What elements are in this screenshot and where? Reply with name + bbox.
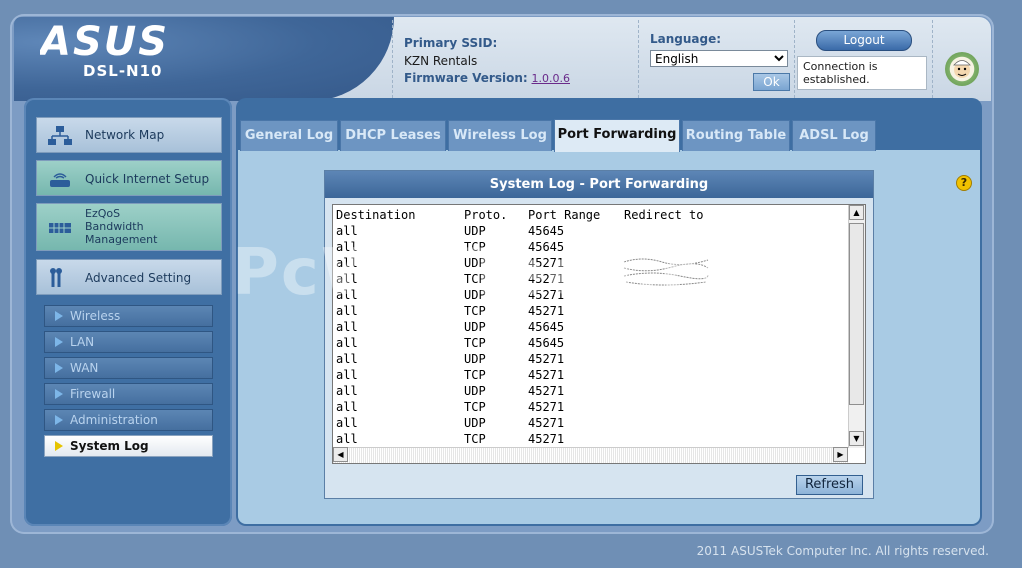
log-cell: TCP (464, 336, 486, 350)
ssid-value: KZN Rentals (404, 54, 478, 68)
tab-port-forwarding[interactable]: Port Forwarding (554, 119, 680, 152)
sidebar-subitem-system-log[interactable]: System Log (44, 435, 213, 457)
sidebar-item-quick-internet-setup[interactable]: Quick Internet Setup (36, 160, 222, 196)
log-cell: 45271 (528, 432, 565, 446)
log-cell: all (336, 368, 358, 382)
header-divider (932, 20, 933, 98)
quick-setup-icon (50, 173, 70, 187)
log-cell: all (336, 352, 358, 366)
logo-area: ASUS DSL-N10 (14, 17, 394, 101)
sidebar-subitem-label: Administration (70, 413, 158, 427)
connection-status: Connection is established. (797, 56, 927, 90)
header-divider (638, 20, 639, 98)
log-cell: all (336, 432, 358, 446)
svg-text:ASUS: ASUS (40, 22, 169, 62)
arrow-right-icon (55, 337, 63, 347)
log-cell: UDP (464, 352, 486, 366)
sidebar-item-label: Advanced Setting (85, 271, 192, 285)
log-cell: UDP (464, 416, 486, 430)
log-cell: all (336, 336, 358, 350)
sidebar-subitem-label: Firewall (70, 387, 116, 401)
sidebar-item-label: Network Map (85, 128, 165, 142)
sidebar-subitem-administration[interactable]: Administration (44, 409, 213, 431)
sidebar-subitem-label: System Log (70, 439, 149, 453)
log-cell: TCP (464, 432, 486, 446)
arrow-right-icon (55, 441, 63, 451)
language-label: Language: (650, 32, 722, 46)
firmware-info: Firmware Version: 1.0.0.6 (404, 71, 570, 85)
log-cell: all (336, 320, 358, 334)
ezqos-line: Bandwidth (85, 220, 144, 233)
log-cell: UDP (464, 384, 486, 398)
logout-button[interactable]: Logout (816, 30, 912, 51)
log-title: System Log - Port Forwarding (325, 171, 873, 198)
sidebar-subitem-label: Wireless (70, 309, 121, 323)
asus-logo: ASUS (40, 22, 169, 62)
log-cell: all (336, 384, 358, 398)
log-cell: 45271 (528, 352, 565, 366)
scroll-up-icon[interactable]: ▲ (849, 205, 864, 220)
sidebar-subitem-wan[interactable]: WAN (44, 357, 213, 379)
ezqos-line: EzQoS (85, 207, 121, 220)
header-divider (794, 20, 795, 98)
tab-adsl-log[interactable]: ADSL Log (792, 120, 876, 151)
sidebar-subitem-wireless[interactable]: Wireless (44, 305, 213, 327)
help-icon[interactable]: ? (956, 175, 972, 191)
log-cell: TCP (464, 400, 486, 414)
arrow-right-icon (55, 415, 63, 425)
log-cell: UDP (464, 320, 486, 334)
horizontal-scrollbar[interactable] (333, 447, 849, 463)
model-name: DSL-N10 (83, 62, 163, 80)
firmware-label: Firmware Version: (404, 71, 528, 85)
ssid-label: Primary SSID: (404, 36, 498, 50)
log-cell: 45271 (528, 384, 565, 398)
log-cell: 45645 (528, 336, 565, 350)
log-header-cell: Port Range (528, 208, 601, 222)
copyright-footer: 2011 ASUSTek Computer Inc. All rights re… (696, 544, 989, 558)
status-avatar-icon (945, 52, 979, 86)
scroll-left-icon[interactable]: ◀ (333, 447, 348, 462)
sidebar-item-label: EzQoS Bandwidth Management (85, 207, 157, 246)
log-header-cell: Proto. (464, 208, 508, 222)
log-header-row: Destination Proto. Port Range Redirect t… (336, 207, 703, 223)
ezqos-icon (49, 223, 71, 233)
firmware-version-link[interactable]: 1.0.0.6 (532, 72, 570, 85)
language-ok-button[interactable]: Ok (753, 73, 790, 91)
arrow-right-icon (55, 363, 63, 373)
ezqos-line: Management (85, 233, 158, 246)
arrow-right-icon (55, 311, 63, 321)
log-cell: 45271 (528, 400, 565, 414)
sidebar-item-network-map[interactable]: Network Map (36, 117, 222, 153)
tab-routing-table[interactable]: Routing Table (682, 120, 790, 151)
log-cell: all (336, 416, 358, 430)
refresh-button[interactable]: Refresh (796, 475, 863, 495)
tab-general-log[interactable]: General Log (240, 120, 338, 151)
log-header-cell: Destination (336, 208, 416, 222)
tab-dhcp-leases[interactable]: DHCP Leases (340, 120, 446, 151)
sidebar-item-ezqos[interactable]: EzQoS Bandwidth Management (36, 203, 222, 251)
log-cell: TCP (464, 368, 486, 382)
vertical-scroll-thumb[interactable] (849, 223, 864, 405)
wrench-icon (50, 268, 62, 287)
sidebar-subitem-label: LAN (70, 335, 95, 349)
header-divider (392, 20, 393, 98)
language-select[interactable]: English (650, 50, 788, 67)
scroll-right-icon[interactable]: ▶ (833, 447, 848, 462)
arrow-right-icon (55, 389, 63, 399)
network-map-icon (48, 126, 72, 145)
watermark: PcWinTech.com (232, 236, 816, 310)
sidebar-item-advanced-setting[interactable]: Advanced Setting (36, 259, 222, 295)
log-cell: 45271 (528, 416, 565, 430)
log-cell: all (336, 400, 358, 414)
sidebar-subitem-lan[interactable]: LAN (44, 331, 213, 353)
sidebar-item-label: Quick Internet Setup (85, 172, 210, 186)
log-header-cell: Redirect to (624, 208, 704, 222)
scroll-down-icon[interactable]: ▼ (849, 431, 864, 446)
sidebar-subitem-firewall[interactable]: Firewall (44, 383, 213, 405)
log-cell: 45645 (528, 320, 565, 334)
sidebar-subitem-label: WAN (70, 361, 99, 375)
log-cell: 45271 (528, 368, 565, 382)
tab-wireless-log[interactable]: Wireless Log (448, 120, 552, 151)
